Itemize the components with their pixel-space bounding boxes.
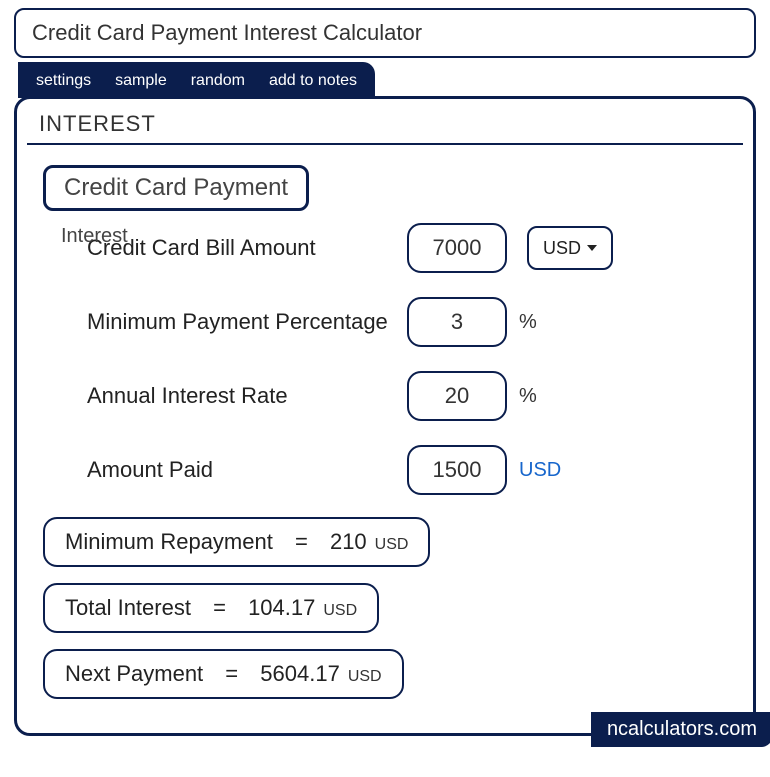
tab-bar: settings sample random add to notes (18, 62, 375, 98)
label-amount-paid: Amount Paid (87, 456, 407, 484)
result-unit: USD (375, 536, 409, 554)
row-min-payment-pct: Minimum Payment Percentage 3 % (87, 295, 733, 349)
result-min-repayment: Minimum Repayment = 210 USD (43, 517, 430, 567)
result-unit: USD (348, 668, 382, 686)
page-title: Credit Card Payment Interest Calculator (14, 8, 756, 58)
tab-random[interactable]: random (179, 66, 257, 96)
result-label: Minimum Repayment (65, 529, 273, 555)
result-label: Total Interest (65, 595, 191, 621)
watermark: ncalculators.com (591, 712, 770, 747)
tab-add-to-notes[interactable]: add to notes (257, 66, 369, 96)
category-pill: Credit Card Payment (43, 165, 309, 211)
input-annual-rate[interactable]: 20 (407, 371, 507, 421)
result-value: 5604.17 (260, 661, 340, 687)
result-label: Next Payment (65, 661, 203, 687)
result-total-interest: Total Interest = 104.17 USD (43, 583, 379, 633)
row-bill-amount: Credit Card Bill Amount 7000 USD (87, 221, 733, 275)
label-bill-amount: Credit Card Bill Amount (87, 234, 407, 262)
input-min-payment-pct[interactable]: 3 (407, 297, 507, 347)
chevron-down-icon (587, 245, 597, 251)
input-amount-paid[interactable]: 1500 (407, 445, 507, 495)
tab-sample[interactable]: sample (103, 66, 179, 96)
unit-percent: % (519, 311, 537, 334)
label-annual-rate: Annual Interest Rate (87, 382, 407, 410)
currency-select-label: USD (543, 238, 581, 259)
section-heading: INTEREST (27, 109, 743, 145)
input-form: Credit Card Bill Amount 7000 USD Minimum… (87, 221, 733, 497)
input-bill-amount[interactable]: 7000 (407, 223, 507, 273)
result-value: 104.17 (248, 595, 315, 621)
ghost-label: Interest (61, 225, 128, 248)
unit-percent: % (519, 385, 537, 408)
tab-settings[interactable]: settings (24, 66, 103, 96)
result-value: 210 (330, 529, 367, 555)
result-next-payment: Next Payment = 5604.17 USD (43, 649, 404, 699)
unit-usd: USD (519, 459, 561, 482)
row-annual-rate: Annual Interest Rate 20 % (87, 369, 733, 423)
main-panel: INTEREST Credit Card Payment Interest Cr… (14, 96, 756, 736)
row-amount-paid: Amount Paid 1500 USD (87, 443, 733, 497)
label-min-payment-pct: Minimum Payment Percentage (87, 308, 407, 336)
currency-select[interactable]: USD (527, 226, 613, 270)
result-unit: USD (323, 602, 357, 620)
